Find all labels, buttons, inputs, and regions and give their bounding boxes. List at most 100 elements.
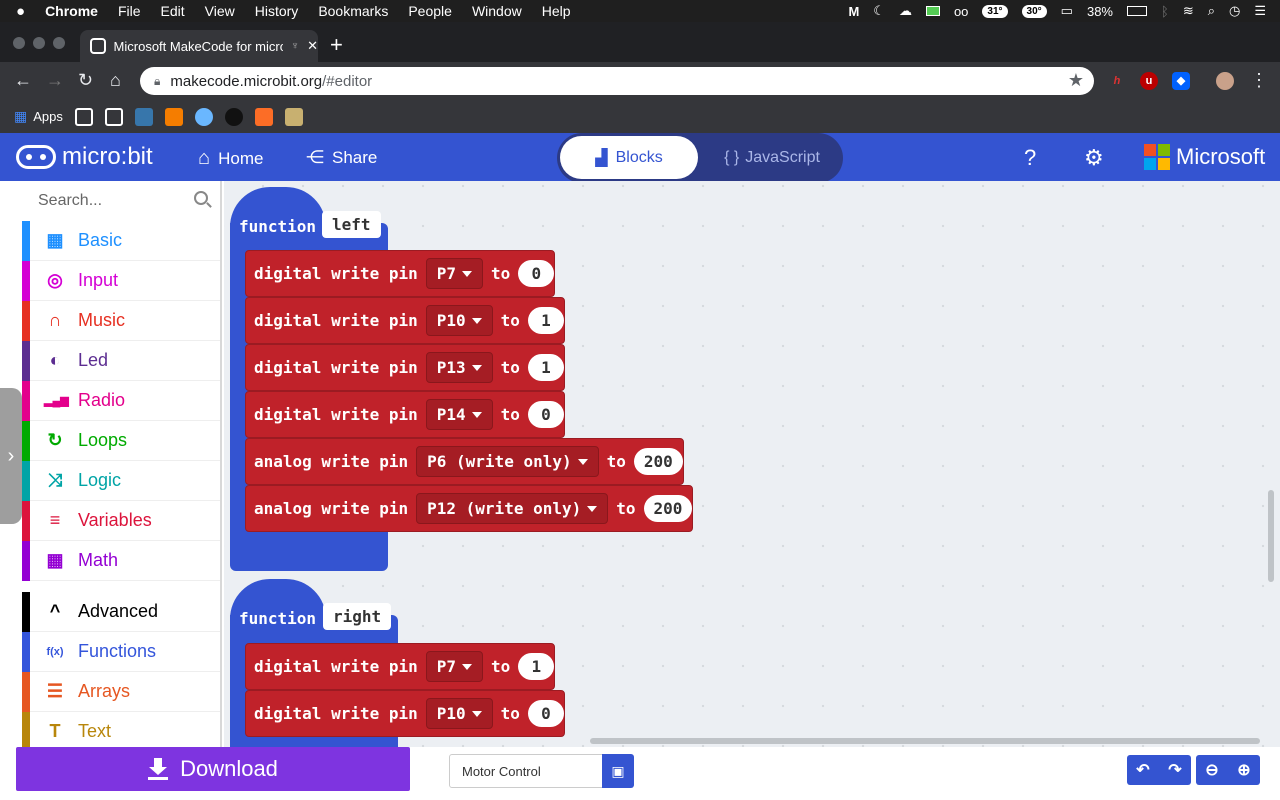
- window-close-button[interactable]: [13, 37, 25, 49]
- microsoft-logo[interactable]: Microsoft: [1144, 144, 1265, 170]
- menu-bookmarks[interactable]: Bookmarks: [318, 3, 388, 19]
- menu-history[interactable]: History: [255, 3, 299, 19]
- back-icon[interactable]: ←: [14, 70, 32, 91]
- category-music[interactable]: ∩ Music: [22, 301, 220, 341]
- pin-write-block[interactable]: digital write pin P10 to 0: [245, 690, 565, 737]
- lock-icon[interactable]: 🔒︎: [154, 74, 160, 89]
- category-loops[interactable]: ↻ Loops: [22, 421, 220, 461]
- airplay-icon[interactable]: ▭: [1061, 3, 1073, 19]
- pin-dropdown[interactable]: P7: [425, 258, 484, 289]
- pin-write-block[interactable]: digital write pin P13 to 1: [245, 344, 565, 391]
- category-input[interactable]: ◎ Input: [22, 261, 220, 301]
- window-zoom-button[interactable]: [53, 37, 65, 49]
- pin-write-block[interactable]: digital write pin P10 to 1: [245, 297, 565, 344]
- pin-dropdown[interactable]: P6 (write only): [416, 446, 599, 477]
- category-logic[interactable]: ⤨ Logic: [22, 461, 220, 501]
- menu-help[interactable]: Help: [542, 3, 571, 19]
- bookmark-gitlab-icon[interactable]: [254, 107, 273, 126]
- pin-dropdown[interactable]: P10: [425, 698, 493, 729]
- bookmark-github-icon[interactable]: [224, 107, 243, 126]
- browser-tab[interactable]: Microsoft MakeCode for micro:bit ♆ ✕: [80, 30, 318, 62]
- spotlight-icon[interactable]: ⌕: [1208, 3, 1215, 19]
- battery-percent[interactable]: 38%: [1087, 4, 1113, 19]
- category-radio[interactable]: ▂▄▆ Radio: [22, 381, 220, 421]
- extension-h-icon[interactable]: h: [1108, 72, 1126, 90]
- gear-icon[interactable]: ⚙: [1084, 145, 1104, 171]
- download-button[interactable]: Download: [16, 747, 410, 791]
- home-button[interactable]: ⌂ Home: [198, 147, 263, 170]
- pin-dropdown[interactable]: P7: [425, 651, 484, 682]
- share-button[interactable]: ⋲ Share: [306, 147, 377, 168]
- chrome-menu-icon[interactable]: ⋮: [1250, 70, 1268, 91]
- pin-dropdown[interactable]: P10: [425, 305, 493, 336]
- simulator-toggle[interactable]: ›: [0, 388, 22, 524]
- category-variables[interactable]: ≡ Variables: [22, 501, 220, 541]
- pin-write-block[interactable]: analog write pin P12 (write only) to 200: [245, 485, 694, 532]
- window-minimize-button[interactable]: [33, 37, 45, 49]
- wifi-icon[interactable]: ≋: [1183, 3, 1194, 19]
- blocks-workspace[interactable]: function left digital write pin P7 to 0 digita…: [224, 181, 1280, 747]
- bookmark-makecode2-icon[interactable]: [104, 107, 123, 126]
- cloud-icon[interactable]: ☁: [899, 3, 912, 19]
- menu-app-name[interactable]: Chrome: [45, 3, 98, 19]
- pin-dropdown[interactable]: P12 (write only): [416, 493, 609, 524]
- pin-write-block[interactable]: digital write pin P7 to 1: [245, 643, 556, 690]
- category-arrays[interactable]: ☰ Arrays: [22, 672, 220, 712]
- bookmark-star-icon[interactable]: ★: [1068, 70, 1084, 91]
- pin-write-block[interactable]: analog write pin P6 (write only) to 200: [245, 438, 684, 485]
- reload-icon[interactable]: ↻: [78, 70, 93, 91]
- category-functions[interactable]: f(x) Functions: [22, 632, 220, 672]
- javascript-tab[interactable]: { } JavaScript: [707, 136, 837, 179]
- glasses-icon[interactable]: oo: [954, 4, 968, 19]
- undo-button[interactable]: ↶: [1127, 755, 1159, 785]
- menu-view[interactable]: View: [205, 3, 235, 19]
- blocks-tab[interactable]: ▟ Blocks: [560, 136, 698, 179]
- profile-avatar[interactable]: [1216, 72, 1234, 90]
- category-advanced[interactable]: ^ Advanced: [22, 592, 220, 632]
- bookmark-python-icon[interactable]: [134, 107, 153, 126]
- pin-write-block[interactable]: digital write pin P14 to 0: [245, 391, 565, 438]
- microbit-logo[interactable]: micro:bit: [16, 143, 153, 171]
- value-input[interactable]: 0: [527, 401, 564, 428]
- value-input[interactable]: 200: [633, 448, 683, 475]
- pin-dropdown[interactable]: P14: [425, 399, 493, 430]
- menu-window[interactable]: Window: [472, 3, 522, 19]
- category-text[interactable]: T Text: [22, 712, 220, 751]
- menu-edit[interactable]: Edit: [161, 3, 185, 19]
- bookmark-image-icon[interactable]: [284, 107, 303, 126]
- flag-icon[interactable]: [925, 6, 940, 16]
- project-name-input[interactable]: Motor Control: [449, 754, 603, 788]
- address-bar[interactable]: 🔒︎ makecode.microbit.org/#editor ★: [140, 67, 1094, 95]
- category-basic[interactable]: ▦ Basic: [22, 221, 220, 261]
- value-input[interactable]: 0: [518, 260, 555, 287]
- help-icon[interactable]: ?: [1024, 145, 1036, 171]
- bookmark-makecode-icon[interactable]: [74, 107, 93, 126]
- value-input[interactable]: 1: [527, 307, 564, 334]
- pin-dropdown[interactable]: P13: [425, 352, 493, 383]
- apple-icon[interactable]: ●: [16, 3, 25, 20]
- value-input[interactable]: 0: [527, 700, 564, 727]
- toolbox-search[interactable]: Search...: [22, 181, 220, 221]
- bookmark-blogger-icon[interactable]: [164, 107, 183, 126]
- menu-people[interactable]: People: [408, 3, 452, 19]
- malwarebytes-icon[interactable]: M: [848, 4, 859, 19]
- value-input[interactable]: 200: [643, 495, 693, 522]
- moon-icon[interactable]: ☾: [873, 3, 885, 19]
- apps-grid-icon[interactable]: ▦: [14, 108, 27, 125]
- menu-file[interactable]: File: [118, 3, 141, 19]
- category-led[interactable]: ◐ Led: [22, 341, 220, 381]
- redo-button[interactable]: ↷: [1159, 755, 1191, 785]
- ublock-icon[interactable]: u: [1140, 72, 1158, 90]
- clock-icon[interactable]: ◷: [1229, 3, 1240, 19]
- horizontal-scrollbar[interactable]: [590, 738, 1260, 744]
- battery-icon[interactable]: [1127, 6, 1147, 16]
- search-input[interactable]: Search...: [38, 192, 102, 210]
- tab-close-icon[interactable]: ✕: [307, 38, 318, 54]
- zoom-in-button[interactable]: ⊕: [1228, 755, 1260, 785]
- pin-write-block[interactable]: digital write pin P7 to 0: [245, 250, 556, 297]
- zoom-out-button[interactable]: ⊖: [1196, 755, 1228, 785]
- temp-badge-2[interactable]: 30°: [1021, 4, 1047, 18]
- home-icon[interactable]: ⌂: [110, 70, 121, 91]
- forward-icon[interactable]: →: [46, 70, 64, 91]
- value-input[interactable]: 1: [518, 653, 555, 680]
